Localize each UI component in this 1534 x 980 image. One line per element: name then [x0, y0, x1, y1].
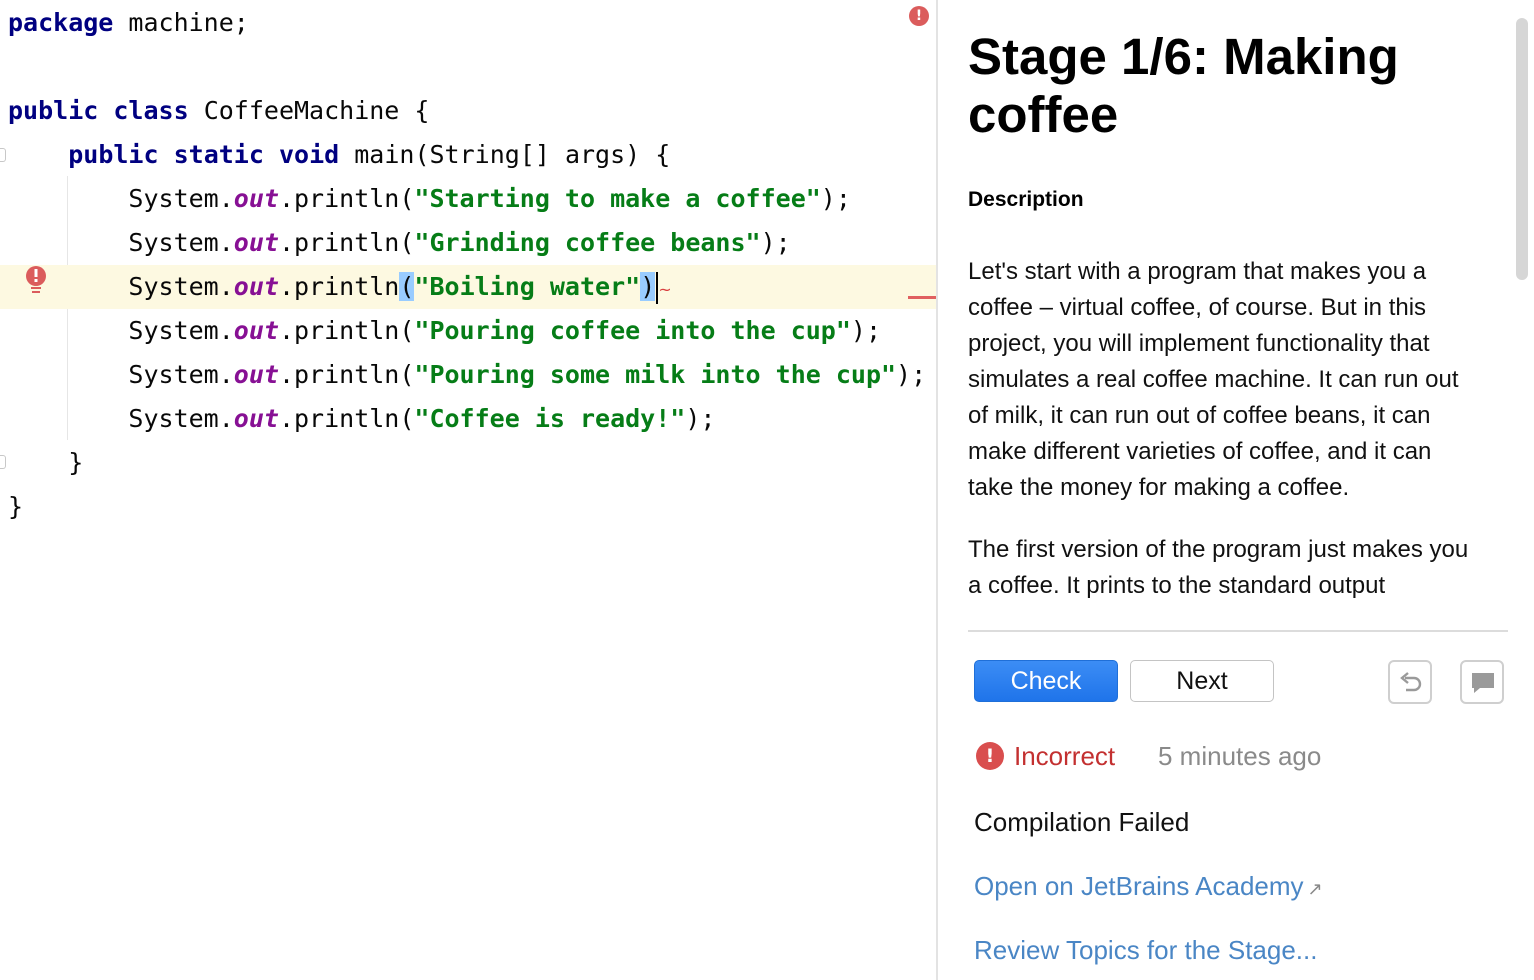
- reset-button[interactable]: [1388, 660, 1432, 704]
- error-summary-icon[interactable]: !: [909, 6, 929, 26]
- line-print-3[interactable]: System.out.println("Boiling water") ~: [0, 265, 937, 309]
- line-close-main[interactable]: }: [0, 441, 937, 485]
- code-token: public: [68, 140, 159, 169]
- fold-marker-main-start[interactable]: [0, 148, 6, 162]
- code-token: .println(: [278, 404, 415, 433]
- fold-marker-main-end[interactable]: [0, 455, 6, 469]
- code-token: class: [113, 96, 189, 125]
- code-token: .println(: [278, 228, 415, 257]
- code-token: void: [278, 140, 340, 169]
- line-print-4[interactable]: System.out.println("Pouring coffee into …: [0, 309, 937, 353]
- code-token: "Boiling water": [414, 272, 641, 301]
- code-token: .println(: [278, 360, 415, 389]
- separator: [968, 630, 1508, 632]
- code-token: .println(: [278, 316, 415, 345]
- code-token: .println: [278, 272, 400, 301]
- code-token: static: [173, 140, 264, 169]
- description-paragraph: Let's start with a program that makes yo…: [968, 258, 1459, 501]
- open-academy-link[interactable]: Open on JetBrains Academy ↗: [974, 866, 1323, 909]
- code-token: out: [233, 184, 279, 213]
- link-label[interactable]: Open on JetBrains Academy: [974, 871, 1304, 901]
- description-scrollbar[interactable]: [1516, 18, 1528, 280]
- code-token: "Coffee is ready!": [414, 404, 686, 433]
- error-squiggle: ~: [658, 280, 672, 299]
- code-token: out: [233, 404, 279, 433]
- code-token: out: [233, 360, 279, 389]
- code-token: System.: [8, 404, 234, 433]
- code-token: ): [640, 272, 656, 301]
- line-print-6[interactable]: System.out.println("Coffee is ready!");: [0, 397, 937, 441]
- line-class[interactable]: public class CoffeeMachine {: [0, 89, 937, 133]
- code-token: "Pouring some milk into the cup": [414, 360, 897, 389]
- code-token: machine;: [113, 8, 249, 37]
- code-token: }: [8, 448, 84, 477]
- external-link-icon: ↗: [1307, 879, 1323, 899]
- line-print-5[interactable]: System.out.println("Pouring some milk in…: [0, 353, 937, 397]
- error-bulb-icon[interactable]: [24, 265, 48, 295]
- status-label: Incorrect: [1014, 741, 1116, 771]
- code-token: );: [820, 184, 851, 213]
- code-token: System.: [8, 228, 234, 257]
- line-package[interactable]: package machine;: [0, 1, 937, 45]
- code-token: out: [233, 228, 279, 257]
- line-main[interactable]: public static void main(String[] args) {: [0, 133, 937, 177]
- next-button[interactable]: Next: [1130, 660, 1274, 702]
- task-description-panel: Stage 1/6: Making coffee Description Let…: [938, 0, 1534, 980]
- code-token: "Pouring coffee into the cup": [414, 316, 851, 345]
- code-token: out: [233, 272, 279, 301]
- code-token: out: [233, 316, 279, 345]
- code-token: }: [8, 492, 24, 521]
- line-print-2[interactable]: System.out.println("Grinding coffee bean…: [0, 221, 937, 265]
- code-token: main(String[] args) {: [339, 140, 671, 169]
- stage-title: Stage 1/6: Making coffee: [968, 28, 1399, 143]
- code-token: );: [760, 228, 791, 257]
- error-circle-icon: !: [976, 742, 1004, 770]
- code-token: CoffeeMachine {: [188, 96, 430, 125]
- code-token: public: [8, 96, 99, 125]
- code-token: System.: [8, 360, 234, 389]
- code-token: "Starting to make a coffee": [414, 184, 821, 213]
- status-time: 5 minutes ago: [1158, 741, 1322, 771]
- code-editor[interactable]: package machine; public class CoffeeMachi…: [0, 0, 937, 980]
- line-print-1[interactable]: System.out.println("Starting to make a c…: [0, 177, 937, 221]
- code-token: .println(: [278, 184, 415, 213]
- code-token: System.: [8, 316, 234, 345]
- code-token: package: [8, 8, 114, 37]
- compile-message: Compilation Failed: [974, 807, 1190, 837]
- description-paragraph: The first version of the program just ma…: [968, 536, 1469, 599]
- error-stripe-marker[interactable]: [908, 296, 936, 299]
- comment-button[interactable]: [1460, 660, 1504, 704]
- review-topics-link[interactable]: Review Topics for the Stage...: [974, 930, 1317, 970]
- description-heading: Description: [968, 188, 1084, 211]
- code-token: );: [850, 316, 882, 345]
- code-token: "Grinding coffee beans": [414, 228, 761, 257]
- line-blank[interactable]: [0, 45, 937, 89]
- check-button[interactable]: Check: [974, 660, 1118, 702]
- line-close-class[interactable]: }: [0, 485, 937, 529]
- code-token: );: [685, 404, 716, 433]
- code-token: System.: [8, 184, 234, 213]
- code-token: (: [399, 272, 415, 301]
- code-token: );: [896, 360, 927, 389]
